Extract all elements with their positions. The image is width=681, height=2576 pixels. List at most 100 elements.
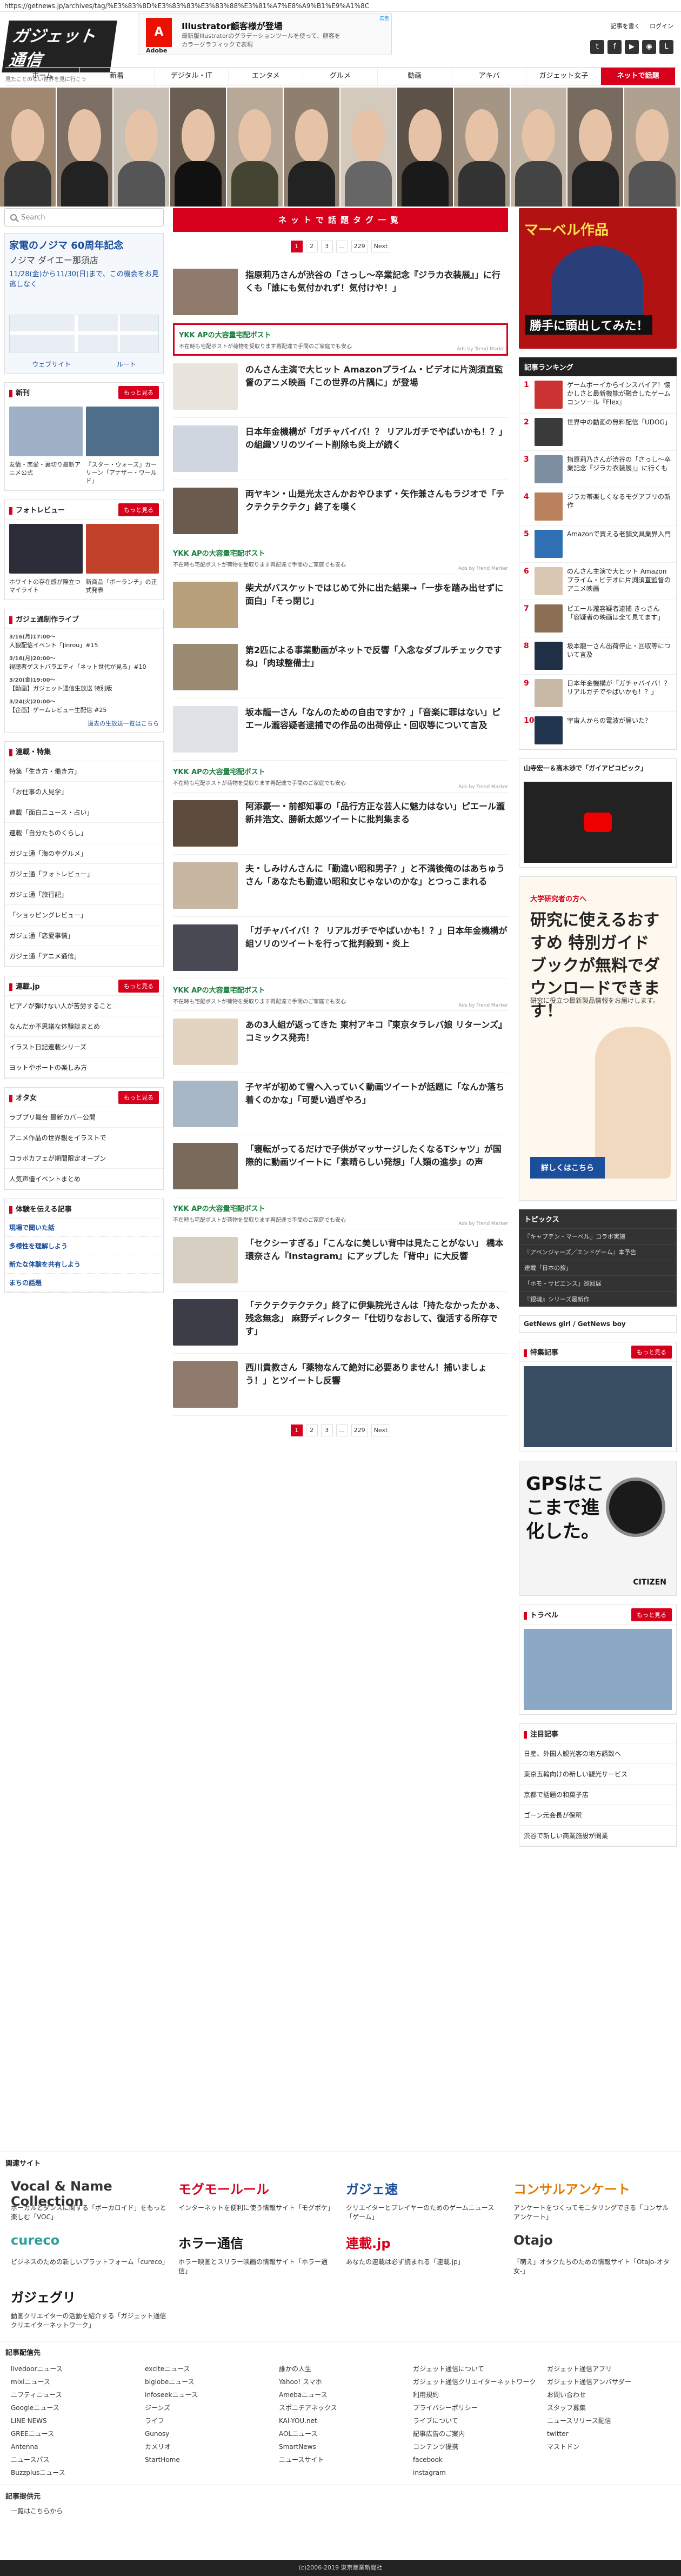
footer-link[interactable]: 記事広告のご案内	[413, 2427, 536, 2440]
feature-link[interactable]: ガジェ通「フォトレビュー」	[5, 864, 163, 884]
article-item[interactable]: あの3人組が返ってきた 東村アキコ『東京タラレバ娘 リターンズ』コミックス発売！	[173, 1011, 508, 1073]
past-broadcast-link[interactable]: 過去の生放送一覧はこちら	[9, 720, 159, 728]
more-button[interactable]: もっと見る	[118, 979, 159, 993]
otajo-link[interactable]: 人気声優イベントまとめ	[5, 1169, 163, 1189]
article-item[interactable]: 指原莉乃さんが渋谷の「さっし～卒業記念『ジラカ衣装展』」に行くも「誰にも気付かれ…	[173, 261, 508, 323]
article-title[interactable]: 柴犬がバスケットではじめて外に出た結果→「一歩を踏み出せずに面白」「そっ閉じ」	[245, 582, 508, 628]
article-item[interactable]: 柴犬がバスケットではじめて外に出た結果→「一歩を踏み出せずに面白」「そっ閉じ」	[173, 574, 508, 636]
rensai-link[interactable]: ピアノが弾けない人が苦労すること	[5, 996, 163, 1016]
article-item[interactable]: 子ヤギが初めて雪へ入っていく動画ツイートが話題に「なんか落ち着くのかな」「可愛い…	[173, 1073, 508, 1135]
feature-link[interactable]: 「ショッピングレビュー」	[5, 905, 163, 926]
article-title[interactable]: 第2匹による事業動画がネットで反響「入念なダブルチェックですね」「肉球整備士」	[245, 644, 508, 690]
topic-link[interactable]: 『アベンジャーズ／エンドゲーム』本予告	[519, 1244, 677, 1260]
article-thumbnail[interactable]	[173, 488, 238, 534]
related-site[interactable]: ガジェグリ 動画クリエイターの活動を紹介する「ガジェット通信クリエイターネットワー…	[5, 2281, 173, 2335]
timeline-item[interactable]: 3/20(金)19:00〜 【動画】ガジェット通信生放送 特別版	[9, 676, 159, 693]
related-site[interactable]: ガジェ速 クリエイターとプレイヤーのためのゲームニュース「ゲーム」	[340, 2173, 508, 2227]
rank-thumbnail[interactable]	[535, 455, 563, 483]
ranking-item[interactable]: 6 のんさん主演で大ヒット Amazonプライム・ビデオに片渕須直監督のアニメ映画	[519, 563, 676, 600]
article-title[interactable]: 「ガチャバイバ！？ リアルガチでやばいかも！？」日本年金機構が組ソリのツイートを…	[245, 924, 508, 971]
footer-link[interactable]: ライフ	[145, 2414, 268, 2427]
guidebook-ad[interactable]: 大学研究者の方へ 研究に使えるおすすめ 特別ガイドブックが無料でダウンロードでき…	[519, 876, 677, 1201]
ranking-item[interactable]: 9 日本年金機構が「ガチャバイバ！？ リアルガチでやばいかも！？」	[519, 675, 676, 712]
article-title[interactable]: 「セクシーすぎる」「こんなに美しい背中は見たことがない」 橋本環奈さん『Inst…	[245, 1237, 508, 1283]
rank-title[interactable]: のんさん主演で大ヒット Amazonプライム・ビデオに片渕須直監督のアニメ映画	[567, 567, 672, 595]
special-thumb[interactable]	[524, 1366, 672, 1447]
line-icon[interactable]: L	[659, 40, 673, 54]
recommend-link[interactable]: 現場で聞いた話	[5, 1219, 163, 1237]
footer-link[interactable]: ニュースサイト	[279, 2453, 402, 2466]
route-button[interactable]: ルート	[117, 360, 136, 369]
footer-link[interactable]: ニュースパス	[11, 2453, 134, 2466]
rank-thumbnail[interactable]	[535, 604, 563, 633]
youtube-icon[interactable]: ▶	[625, 40, 639, 54]
footer-link[interactable]: LINE NEWS	[11, 2414, 134, 2427]
footer-link[interactable]: mixiニュース	[11, 2375, 134, 2388]
rank-title[interactable]: 指原莉乃さんが渋谷の「さっし～卒業記念『ジラカ衣装展』」に行くも	[567, 455, 672, 483]
feature-link[interactable]: ガジェ通「アニメ通信」	[5, 946, 163, 967]
rank-title[interactable]: 日本年金機構が「ガチャバイバ！？ リアルガチでやばいかも！？」	[567, 679, 672, 707]
feature-link[interactable]: 連載「面白ニュース・占い」	[5, 802, 163, 823]
nav-entertainment[interactable]: エンタメ	[229, 68, 304, 85]
feature-link[interactable]: 連載「自分たちのくらし」	[5, 823, 163, 843]
rank-thumbnail[interactable]	[535, 679, 563, 707]
pickup-link[interactable]: 京都で話題の和菓子店	[519, 1785, 676, 1805]
gaipico-video[interactable]	[524, 782, 672, 863]
more-button[interactable]: もっと見る	[631, 1345, 672, 1359]
article-item[interactable]: 坂本龍一さん「なんのための自由ですか？」「音楽に罪はない」ピエール瀧容疑者逮捕で…	[173, 698, 508, 761]
travel-thumb[interactable]	[524, 1629, 672, 1710]
footer-link[interactable]: ガジェット通信アンバサダー	[547, 2375, 670, 2388]
login-link[interactable]: ログイン	[650, 23, 673, 30]
page-2[interactable]: 2	[305, 1425, 318, 1436]
footer-link[interactable]: ガジェット通信アプリ	[547, 2362, 670, 2375]
pickup-link[interactable]: 日産、外国人観光客の地方誘致へ	[519, 1743, 676, 1764]
article-thumbnail[interactable]	[173, 800, 238, 847]
topic-link[interactable]: 「ホモ・サピエンス」巡回展	[519, 1275, 677, 1291]
article-title[interactable]: 西川貴教さん「薬物なんて絶対に必要ありません！捕いましょう！」とツイートし反響	[245, 1361, 508, 1408]
related-site[interactable]: モグモールール インターネットを便利に使う情報サイト「モグポケ」	[173, 2173, 340, 2227]
footer-link[interactable]: Antenna	[11, 2440, 134, 2453]
sponsored-item[interactable]: YKK APの大容量宅配ボスト 不在時も宅配ボストが荷物を受取ります再配達で手間の…	[173, 323, 508, 356]
rank-thumbnail[interactable]	[535, 381, 563, 409]
footer-link[interactable]: exciteニュース	[145, 2362, 268, 2375]
related-site[interactable]: 連載.jp あなたの連載は必ず読まれる「連載.jp」	[340, 2227, 508, 2281]
footer-link[interactable]: Amebaニュース	[279, 2388, 402, 2401]
sponsored-title[interactable]: YKK APの大容量宅配ボスト	[173, 1203, 508, 1213]
timeline-item[interactable]: 3/16(月)17:00〜 人狼配信イベント「Jinrou」#15	[9, 633, 159, 649]
ranking-item[interactable]: 3 指原莉乃さんが渋谷の「さっし～卒業記念『ジラカ衣装展』」に行くも	[519, 451, 676, 488]
site-logo[interactable]: ガジェット通信 見たことのない世界を見に行こう	[2, 21, 117, 83]
footer-link[interactable]: Buzzplusニュース	[11, 2466, 134, 2479]
article-item[interactable]: 阿添豪一・前都知事の「品行方正な芸人に魅力はない」ピエール瀧 新井浩文、勝新太郎…	[173, 793, 508, 855]
nav-new[interactable]: 新着	[80, 68, 155, 85]
rensai-link[interactable]: なんだか不思議な体験談まとめ	[5, 1016, 163, 1037]
feature-link[interactable]: ガジェ通「旅行記」	[5, 884, 163, 905]
sponsored-title[interactable]: YKK APの大容量宅配ボスト	[173, 984, 508, 995]
sponsored-title[interactable]: YKK APの大容量宅配ボスト	[179, 329, 502, 340]
sponsored-item[interactable]: YKK APの大容量宅配ボスト 不在時も宅配ボストが荷物を受取ります再配達で手間の…	[173, 761, 508, 793]
ranking-item[interactable]: 4 ジラカ帯楽しくなるモグアプリの新作	[519, 488, 676, 525]
article-thumbnail[interactable]	[173, 1237, 238, 1283]
article-item[interactable]: 第2匹による事業動画がネットで反響「入念なダブルチェックですね」「肉球整備士」	[173, 636, 508, 698]
page-3[interactable]: 3	[321, 1425, 333, 1436]
related-site-logo[interactable]: 連載.jp	[346, 2233, 503, 2254]
related-site[interactable]: ホラー通信 ホラー映画とスリラー映画の情報サイト「ホラー通信」	[173, 2227, 340, 2281]
related-site-logo[interactable]: Vocal & Name Collection	[11, 2179, 168, 2209]
article-thumbnail[interactable]	[173, 862, 238, 909]
page-1[interactable]: 1	[290, 241, 303, 252]
article-item[interactable]: 夫・しみけんさんに「勤違い昭和男子？」と不満後俺のはあちゅうさん「あなたも勤違い…	[173, 855, 508, 917]
page-last[interactable]: 229	[351, 1425, 368, 1436]
ranking-item[interactable]: 7 ピエール瀧容疑者逮捕 きっさん「容疑者の映画は全て見てます」	[519, 600, 676, 637]
article-thumbnail[interactable]	[173, 1019, 238, 1065]
nav-net-topics[interactable]: ネットで話題	[601, 68, 676, 85]
next-page[interactable]: Next	[371, 241, 391, 252]
article-title[interactable]: 子ヤギが初めて雪へ入っていく動画ツイートが話題に「なんか落ち着くのかな」「可愛い…	[245, 1081, 508, 1127]
feature-link[interactable]: ガジェ通「恋愛事情」	[5, 926, 163, 946]
footer-link[interactable]: StartHome	[145, 2453, 268, 2466]
news-thumb[interactable]	[85, 407, 159, 456]
article-thumbnail[interactable]	[173, 1361, 238, 1408]
topic-link[interactable]: 『銀魂』シリーズ最新作	[519, 1291, 677, 1307]
footer-link[interactable]: infoseekニュース	[145, 2388, 268, 2401]
related-site-logo[interactable]: コンサルアンケート	[513, 2179, 670, 2200]
related-site-logo[interactable]: ガジェグリ	[11, 2287, 168, 2308]
footer-link[interactable]: livedoorニュース	[11, 2362, 134, 2375]
